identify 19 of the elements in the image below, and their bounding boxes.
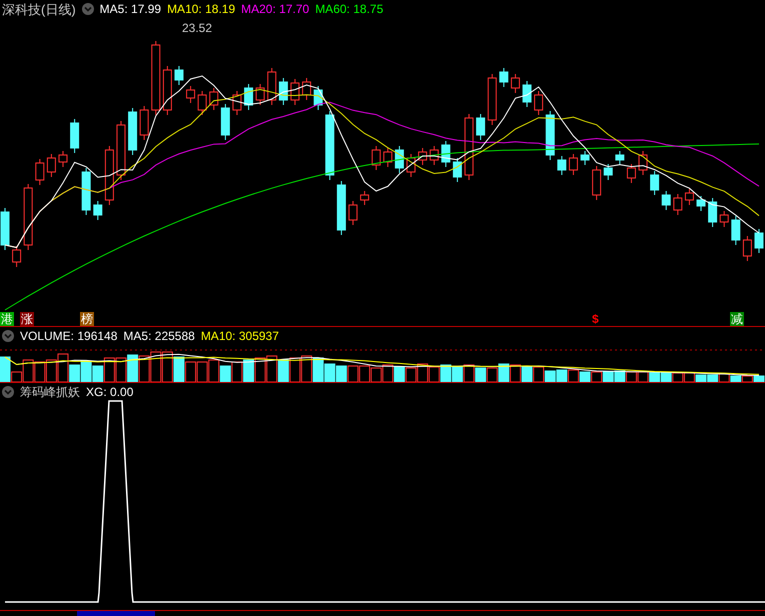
indicator-reading: MA5: 17.99	[100, 3, 162, 15]
signal-tag: 榜	[80, 312, 94, 326]
signal-tag: $	[592, 313, 599, 327]
chevron-down-icon[interactable]	[2, 330, 14, 342]
indicator-reading: XG: 0.00	[86, 386, 134, 398]
indicator-reading: MA20: 17.70	[241, 3, 310, 15]
indicator-reading: MA5: 225588	[123, 330, 195, 342]
chevron-down-icon[interactable]	[82, 3, 94, 15]
high-price-label: 23.52	[182, 22, 212, 34]
signal-tag: 减	[730, 312, 744, 326]
indicator-reading: MA10: 18.19	[167, 3, 236, 15]
signal-tag: 港	[0, 312, 14, 326]
indicator-reading: MA10: 305937	[200, 330, 279, 342]
signal-tag: 涨	[20, 312, 34, 326]
indicator-reading: VOLUME: 196148	[20, 330, 118, 342]
indicator-reading: MA60: 18.75	[315, 3, 384, 15]
chevron-down-icon[interactable]	[2, 386, 14, 398]
indicator-title: 筹码峰抓妖	[20, 386, 80, 398]
chart-title: 深科技(日线)	[2, 2, 76, 16]
